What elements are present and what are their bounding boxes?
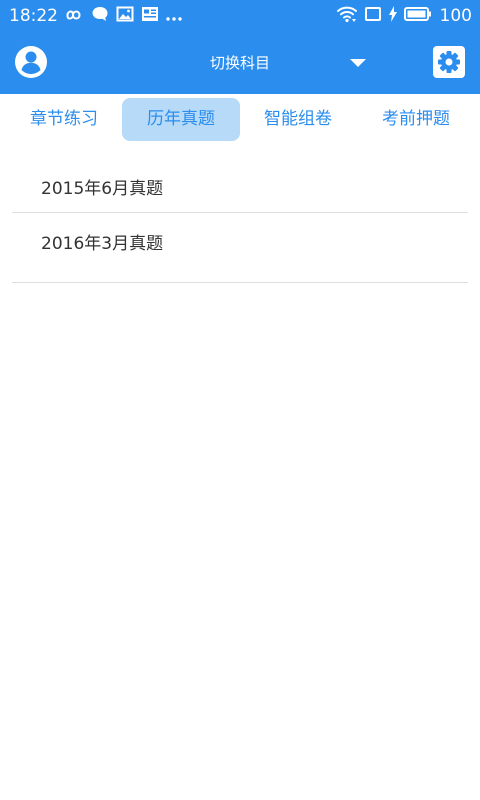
tab-smart-paper[interactable]: 智能组卷 (239, 98, 357, 141)
status-time: 18:22 (9, 6, 58, 26)
tab-bar: 章节练习 历年真题 智能组卷 考前押题 (0, 94, 480, 144)
more-icon (166, 7, 182, 26)
list-item-label: 2016年3月真题 (41, 234, 164, 254)
battery-icon (403, 6, 432, 26)
list-item-2016-march[interactable]: 2016年3月真题 (12, 213, 468, 283)
infinity-icon (62, 7, 84, 26)
settings-gear-icon[interactable] (433, 46, 465, 78)
list-item-2015-june[interactable]: 2015年6月真题 (12, 158, 468, 213)
user-avatar-icon[interactable] (14, 45, 48, 79)
list-item-label: 2015年6月真题 (41, 179, 164, 199)
image-icon (116, 6, 134, 26)
news-icon (141, 6, 159, 26)
tab-past-exams[interactable]: 历年真题 (122, 98, 240, 141)
app-bar: 切换科目 (0, 32, 480, 94)
battery-level: 100 (439, 6, 472, 26)
chevron-down-icon (350, 59, 366, 67)
wifi-icon (336, 5, 358, 27)
chat-bubble-icon (91, 6, 109, 26)
screen-icon (364, 6, 382, 26)
past-exam-list: 2015年6月真题 2016年3月真题 (12, 158, 468, 283)
status-left-icons (62, 6, 182, 26)
status-bar: 18:22 100 (0, 0, 480, 32)
tab-chapter-practice[interactable]: 章节练习 (5, 98, 123, 141)
status-right-icons: 100 (336, 6, 472, 26)
subject-switch-dropdown[interactable]: 切换科目 (150, 44, 380, 82)
subject-switch-label: 切换科目 (210, 54, 271, 72)
charging-icon (388, 6, 398, 26)
tab-final-prediction[interactable]: 考前押题 (357, 98, 475, 141)
